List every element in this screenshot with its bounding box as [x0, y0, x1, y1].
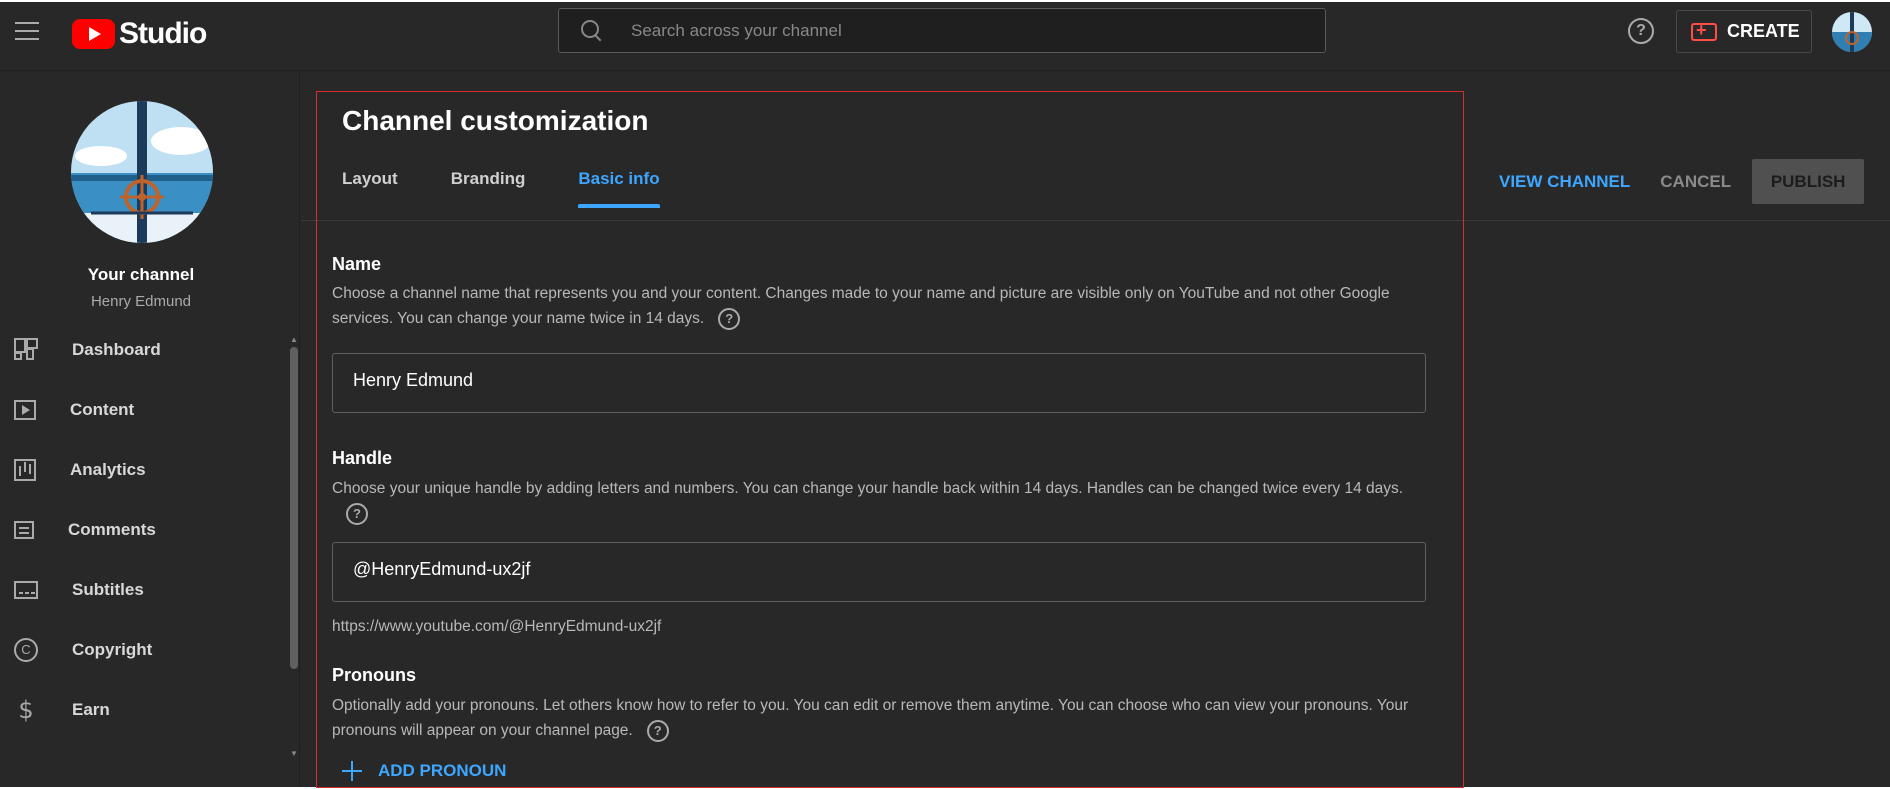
customization-tabs: Layout Branding Basic info — [342, 150, 713, 208]
name-description-text: Choose a channel name that represents yo… — [332, 285, 1390, 327]
comments-icon — [14, 521, 34, 539]
sidebar-item-copyright[interactable]: C Copyright — [0, 620, 290, 680]
studio-logo[interactable]: Studio — [72, 16, 207, 52]
sidebar-item-subtitles[interactable]: Subtitles — [0, 560, 290, 620]
handle-input[interactable] — [353, 559, 1403, 580]
main-content: Channel customization Layout Branding Ba… — [301, 71, 1890, 787]
scroll-up-arrow-icon[interactable]: ▲ — [290, 335, 298, 344]
name-help-icon[interactable]: ? — [718, 307, 741, 330]
add-pronoun-label: ADD PRONOUN — [378, 761, 507, 780]
handle-help-icon[interactable]: ? — [346, 502, 368, 525]
menu-icon[interactable] — [15, 22, 39, 42]
page-title: Channel customization — [342, 105, 649, 136]
sidebar-item-analytics[interactable]: Analytics — [0, 440, 290, 500]
dashboard-icon — [14, 338, 38, 362]
logo-text: Studio — [119, 17, 207, 50]
search-input[interactable] — [631, 20, 1271, 41]
sidebar-item-comments[interactable]: Comments — [0, 500, 290, 560]
pronouns-section-description: Optionally add your pronouns. Let others… — [332, 693, 1432, 743]
name-section-title: Name — [332, 254, 382, 274]
studio-app: Studio ? CREATE — [0, 2, 1890, 787]
sidebar-item-label: Copyright — [72, 640, 153, 659]
top-bar: Studio ? CREATE — [0, 2, 1890, 71]
name-section-description: Choose a channel name that represents yo… — [332, 281, 1432, 331]
create-label: CREATE — [1727, 21, 1800, 41]
subtitles-icon — [14, 581, 38, 599]
add-pronoun-button[interactable]: ADD PRONOUN — [342, 761, 506, 781]
channel-avatar[interactable] — [71, 101, 213, 243]
name-input[interactable] — [353, 370, 1403, 391]
copyright-icon: C — [14, 638, 38, 662]
tab-layout[interactable]: Layout — [342, 150, 398, 208]
handle-section-title: Handle — [332, 448, 393, 468]
sidebar-item-label: Dashboard — [72, 340, 161, 359]
sidebar: Your channel Henry Edmund Dashboard Cont… — [0, 71, 300, 787]
scroll-down-arrow-icon[interactable]: ▼ — [290, 749, 298, 758]
help-icon[interactable]: ? — [1628, 18, 1654, 44]
publish-button[interactable]: PUBLISH — [1752, 159, 1865, 204]
handle-url: https://www.youtube.com/@HenryEdmund-ux2… — [332, 618, 662, 635]
analytics-icon — [14, 459, 36, 481]
create-button[interactable]: CREATE — [1676, 10, 1812, 53]
handle-description-text: Choose your unique handle by adding lett… — [332, 480, 1404, 497]
create-video-icon — [1691, 20, 1717, 41]
channel-title: Your channel — [87, 265, 195, 284]
sidebar-item-earn[interactable]: $ Earn — [0, 680, 290, 740]
sidebar-item-content[interactable]: Content — [0, 380, 290, 440]
cancel-button[interactable]: CANCEL — [1660, 172, 1731, 192]
sidebar-item-label: Content — [70, 400, 135, 419]
pronouns-help-icon[interactable]: ? — [646, 719, 669, 742]
account-avatar[interactable] — [1832, 12, 1872, 52]
channel-name: Henry Edmund — [90, 293, 192, 310]
name-field[interactable] — [332, 353, 1426, 413]
sidebar-item-label: Comments — [68, 520, 156, 539]
sidebar-item-label: Analytics — [70, 460, 146, 479]
view-channel-button[interactable]: VIEW CHANNEL — [1499, 172, 1630, 192]
youtube-logo-icon — [72, 19, 115, 49]
search-bar[interactable] — [558, 8, 1326, 53]
handle-field[interactable] — [332, 542, 1426, 602]
content-icon — [14, 400, 36, 420]
handle-section-description: Choose your unique handle by adding lett… — [332, 476, 1432, 526]
sidebar-item-dashboard[interactable]: Dashboard — [0, 320, 290, 380]
plus-icon — [342, 761, 362, 781]
sidebar-nav: Dashboard Content Analytics Comments Sub… — [0, 320, 290, 740]
search-icon[interactable] — [581, 19, 603, 42]
earn-icon: $ — [18, 696, 34, 724]
header-actions: VIEW CHANNEL CANCEL PUBLISH — [1499, 159, 1865, 204]
tab-branding[interactable]: Branding — [451, 150, 526, 208]
sidebar-item-label: Earn — [72, 700, 110, 719]
pronouns-description-text: Optionally add your pronouns. Let others… — [332, 697, 1409, 739]
tab-basic-info[interactable]: Basic info — [578, 150, 660, 208]
pronouns-section-title: Pronouns — [332, 665, 416, 685]
sidebar-scrollbar[interactable] — [290, 347, 298, 669]
sidebar-item-label: Subtitles — [72, 580, 144, 599]
tabs-divider — [301, 220, 1890, 221]
